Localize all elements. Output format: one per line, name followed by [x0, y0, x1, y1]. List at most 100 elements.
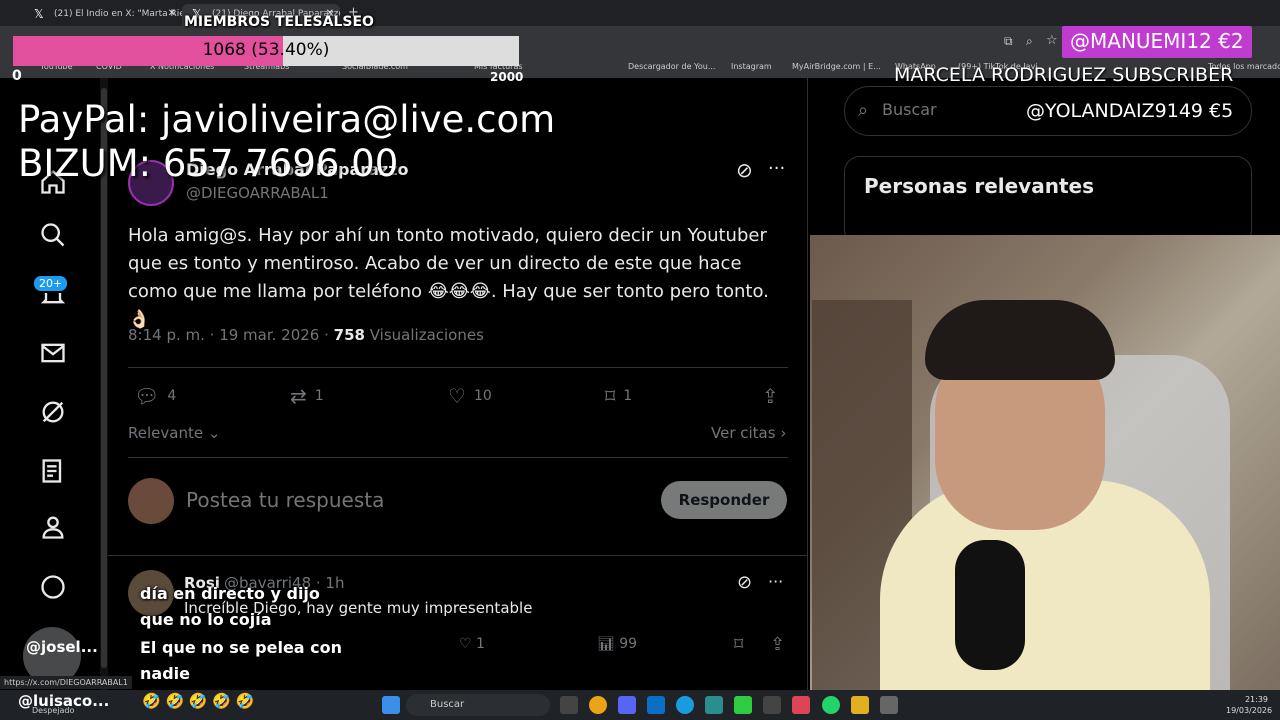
sort-label: Relevante: [128, 424, 204, 442]
mail-icon[interactable]: [36, 336, 70, 370]
caption-line: El que no se pelea con: [140, 638, 343, 657]
members-goal-text: 1068 (53.40%): [202, 40, 330, 60]
relevant-people-panel: [844, 156, 1252, 246]
app-icon[interactable]: [880, 696, 898, 714]
caption-line: nadie: [140, 664, 190, 683]
chrome-icon[interactable]: [589, 696, 607, 714]
profile-icon[interactable]: [36, 510, 70, 544]
x-logo-icon: 𝕏: [34, 7, 44, 21]
like-count: 10: [473, 388, 492, 404]
more-icon[interactable]: [36, 570, 70, 604]
repost-action[interactable]: ⇄ 1: [290, 384, 324, 408]
close-icon[interactable]: ✕: [168, 8, 176, 19]
webcam-person-hair: [925, 300, 1115, 380]
donation-alert: @YOLANDAIZ9149 €5: [1026, 100, 1234, 122]
avatar[interactable]: [128, 478, 174, 524]
taskbar-search[interactable]: Buscar: [406, 694, 550, 716]
windows-start-icon[interactable]: [382, 696, 400, 714]
search-icon[interactable]: [36, 218, 70, 252]
bookmark-item[interactable]: MyAirBridge.com | E...: [792, 62, 881, 71]
outlook-icon[interactable]: [647, 696, 665, 714]
bizum-overlay: BIZUM: 657 7696 00: [18, 142, 399, 185]
heart-icon: ♡: [459, 636, 477, 652]
author-handle[interactable]: @DIEGOARRABAL1: [186, 184, 329, 202]
view-quotes-link[interactable]: Ver citas ›: [711, 424, 786, 442]
bookmark-count: 1: [623, 388, 633, 404]
caption-line: que no lo cojía: [140, 610, 272, 629]
subscriber-alert: MARCELA RODRIGUEZ SUBSCRIBER: [894, 64, 1234, 86]
clock-time: 21:39: [1244, 695, 1268, 704]
bookmark-action[interactable]: ⌑ 1: [605, 384, 632, 408]
goal-max-label: 2000: [490, 70, 524, 84]
whatsapp-icon[interactable]: [822, 696, 840, 714]
status-url: https://x.com/DIEGOARRABAL1: [0, 676, 132, 689]
file-explorer-icon[interactable]: [851, 696, 869, 714]
clock-date: 19/03/2026: [1226, 706, 1273, 715]
paypal-overlay: PayPal: javioliveira@live.com: [18, 98, 556, 141]
more-options-icon[interactable]: ···: [768, 572, 783, 591]
more-options-icon[interactable]: ···: [768, 158, 785, 179]
tweet-meta: 8:14 p. m. · 19 mar. 2026 · 758 Visualiz…: [128, 326, 484, 344]
reply-icon: 💬︎: [134, 384, 160, 408]
divider: [108, 555, 808, 556]
heart-icon: ♡: [448, 384, 466, 408]
members-goal-title: MIEMBROS TELESALSEO: [184, 14, 374, 30]
reply-action[interactable]: 💬︎ 4: [134, 384, 176, 408]
chat-username: @josel...: [26, 638, 98, 656]
zoom-icon[interactable]: ⌕: [1026, 34, 1033, 49]
search-icon: ⌕: [858, 100, 869, 121]
app-icon[interactable]: [792, 696, 810, 714]
bookmark-icon[interactable]: ⌑: [734, 634, 743, 655]
share-icon: ⇪: [762, 384, 779, 408]
app-icon[interactable]: [734, 696, 752, 714]
tab-label: (21) El Indio en X: "Marta Riesco: [54, 9, 182, 19]
views-count: 758: [333, 326, 365, 344]
views-label: Visualizaciones: [364, 326, 484, 344]
views-count: 99: [619, 636, 638, 652]
screenshot-icon[interactable]: ⧉: [1004, 34, 1013, 49]
obs-icon[interactable]: [763, 696, 781, 714]
app-icon[interactable]: [705, 696, 723, 714]
chat-emojis: 🤣 🤣 🤣 🤣 🤣: [142, 692, 255, 710]
reply-button[interactable]: Responder: [661, 481, 787, 519]
share-icon[interactable]: ⇪: [770, 634, 785, 655]
reply-count: 4: [167, 388, 177, 404]
chart-icon: 📊︎: [597, 636, 620, 652]
tweet-time[interactable]: 8:14 p. m. · 19 mar. 2026 ·: [128, 326, 334, 344]
share-action[interactable]: ⇪: [762, 384, 779, 408]
goal-min-label: 0: [12, 68, 22, 84]
repost-count: 1: [314, 388, 324, 404]
donation-alert: @MANUEMI12 €2: [1062, 26, 1252, 58]
chevron-down-icon: ⌄: [203, 424, 221, 442]
grok-icon[interactable]: ⊘: [737, 572, 752, 593]
like-action[interactable]: ♡ 10: [448, 384, 492, 408]
browser-tab[interactable]: 𝕏 (21) El Indio en X: "Marta Riesco✕: [24, 4, 182, 26]
bookmark-icon: ⌑: [605, 384, 616, 408]
relevant-people-title: Personas relevantes: [864, 174, 1094, 198]
bookmark-item[interactable]: Descargador de You...: [628, 62, 715, 71]
sort-dropdown[interactable]: Relevante ⌄: [128, 424, 220, 442]
discord-icon[interactable]: [618, 696, 636, 714]
edge-icon[interactable]: [676, 696, 694, 714]
chat-username: @luisaco...: [18, 692, 110, 710]
repost-icon: ⇄: [290, 384, 307, 408]
star-icon[interactable]: ☆: [1046, 33, 1058, 48]
reply-views-action[interactable]: 📊︎ 99: [597, 636, 637, 652]
grok-icon[interactable]: ⊘: [736, 158, 753, 182]
divider: [128, 367, 788, 368]
reply-input[interactable]: [186, 488, 646, 512]
notification-badge: 20+: [32, 274, 70, 293]
chevron-right-icon: ›: [775, 424, 787, 442]
system-clock: 21:39 19/03/2026: [1226, 694, 1273, 716]
microphone: [955, 540, 1025, 670]
divider: [128, 457, 788, 458]
task-view-icon[interactable]: [560, 696, 578, 714]
tweet-text: Hola amig@s. Hay por ahí un tonto motiva…: [128, 225, 769, 330]
bookmark-item[interactable]: Instagram: [731, 62, 772, 71]
quotes-label: Ver citas: [711, 424, 776, 442]
reply-like-action[interactable]: ♡ 1: [459, 636, 485, 652]
caption-line: día en directo y dijo: [140, 584, 320, 603]
like-count: 1: [476, 636, 485, 652]
grok-icon[interactable]: [36, 395, 70, 429]
lists-icon[interactable]: [36, 454, 70, 488]
